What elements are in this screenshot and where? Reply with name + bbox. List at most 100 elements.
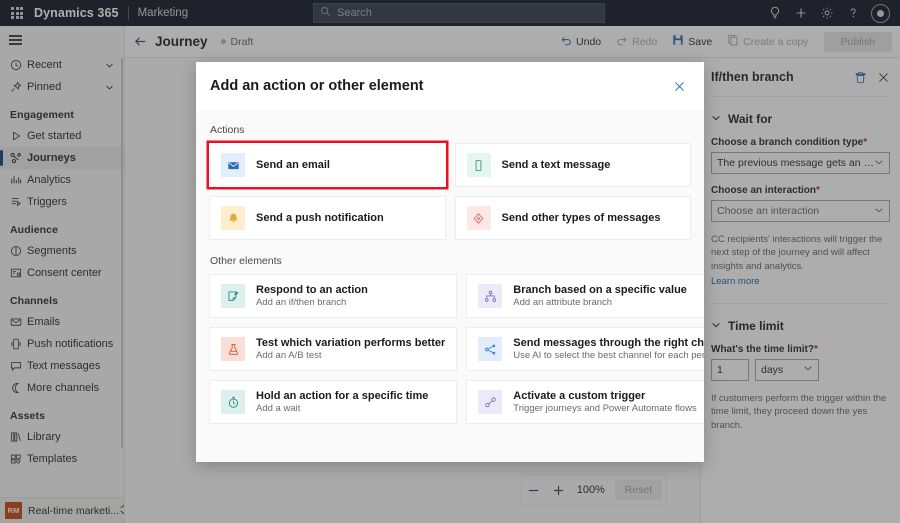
sidebar-item-segments[interactable]: Segments xyxy=(0,240,124,262)
sidebar-item-label: Emails xyxy=(27,316,61,328)
redo-button[interactable]: Redo xyxy=(610,31,663,52)
save-icon xyxy=(672,34,684,49)
sidebar-group-audience: Audience xyxy=(10,224,59,236)
up-down-chevron-icon xyxy=(119,502,124,520)
sidebar-item-label: Pinned xyxy=(27,81,62,93)
sidebar-item-analytics[interactable]: Analytics xyxy=(0,169,124,191)
sidebar-item-pinned[interactable]: Pinned xyxy=(0,76,124,98)
card-title: Respond to an action xyxy=(256,284,368,296)
help-icon[interactable] xyxy=(840,0,866,26)
card-title: Send a text message xyxy=(501,159,611,171)
trash-icon[interactable] xyxy=(854,71,867,84)
app-name-label[interactable]: Marketing xyxy=(129,7,189,19)
sidebar-item-get-started[interactable]: Get started xyxy=(0,125,124,147)
sidebar-item-consent-center[interactable]: Consent center xyxy=(0,262,124,284)
required-marker: * xyxy=(863,137,868,148)
zoom-reset-button[interactable]: Reset xyxy=(614,480,663,500)
chevron-down-icon xyxy=(105,61,114,73)
back-arrow-icon[interactable] xyxy=(125,34,155,49)
sidebar-scrollbar[interactable] xyxy=(120,58,123,448)
sidebar-item-label: Analytics xyxy=(27,174,72,186)
time-limit-unit-value: days xyxy=(761,363,784,376)
card-send-an-email[interactable]: Send an email xyxy=(209,143,446,187)
card-subtitle: Trigger journeys and Power Automate flow… xyxy=(513,403,697,414)
section-label-other-elements: Other elements xyxy=(210,255,282,267)
properties-panel: If/then branch Wait for Choose a branch … xyxy=(700,58,900,523)
play-icon xyxy=(10,130,27,142)
sidebar-item-text-messages[interactable]: Text messages xyxy=(0,355,124,377)
card-activate-a-custom-trigger[interactable]: Activate a custom trigger Trigger journe… xyxy=(466,380,704,424)
plus-icon[interactable] xyxy=(788,0,814,26)
interaction-select[interactable]: Choose an interaction xyxy=(711,200,890,222)
save-label: Save xyxy=(688,35,713,48)
card-send-messages-through-the-right-channel[interactable]: Send messages through the right channel … xyxy=(466,327,704,371)
sidebar-item-triggers[interactable]: Triggers xyxy=(0,191,124,213)
templates-icon xyxy=(10,453,27,465)
sidebar-item-label: Templates xyxy=(27,453,78,465)
time-limit-section-toggle[interactable]: Time limit xyxy=(701,304,900,344)
sidebar-item-label: Triggers xyxy=(27,196,67,208)
sidebar-group-assets: Assets xyxy=(10,410,46,422)
dialog-header: Add an action or other element xyxy=(196,62,704,110)
zoom-out-button[interactable] xyxy=(526,482,542,498)
sidebar-item-journeys[interactable]: Journeys xyxy=(0,147,124,169)
sidebar-item-label: Segments xyxy=(27,245,77,257)
interaction-help-text: CC recipients' interactions will trigger… xyxy=(711,234,883,272)
lightbulb-icon[interactable] xyxy=(762,0,788,26)
redo-label: Redo xyxy=(632,35,658,48)
sidebar-item-recent[interactable]: Recent xyxy=(0,54,124,76)
waffle-grid-icon[interactable] xyxy=(0,0,34,26)
wait-for-section-toggle[interactable]: Wait for xyxy=(701,97,900,137)
card-test-which-variation-performs-better[interactable]: Test which variation performs better Add… xyxy=(209,327,458,371)
chevron-down-icon xyxy=(874,157,884,170)
card-respond-to-an-action[interactable]: Respond to an action Add an if/then bran… xyxy=(209,274,458,318)
branch-condition-select[interactable]: The previous message gets an interacti..… xyxy=(711,152,890,174)
library-icon xyxy=(10,431,27,443)
learn-more-link[interactable]: Learn more xyxy=(711,276,760,287)
avatar[interactable] xyxy=(866,0,894,26)
publish-button[interactable]: Publish xyxy=(823,31,892,52)
sidebar-item-label: Journeys xyxy=(27,152,76,164)
card-send-a-text-message[interactable]: Send a text message xyxy=(454,143,691,187)
journey-toolbar: Undo Redo Save Create a copy Publish xyxy=(554,31,900,52)
card-title: Send an email xyxy=(256,159,330,171)
sidebar-item-emails[interactable]: Emails xyxy=(0,311,124,333)
close-icon[interactable] xyxy=(877,71,890,84)
journeys-icon xyxy=(10,152,27,164)
create-copy-button[interactable]: Create a copy xyxy=(721,31,814,52)
required-marker: * xyxy=(816,185,820,196)
sidebar-item-push-notifications[interactable]: Push notifications xyxy=(0,333,124,355)
sidebar-item-more-channels[interactable]: More channels xyxy=(0,377,124,399)
area-switcher[interactable]: RM Real-time marketi... xyxy=(0,497,124,523)
sidebar-item-library[interactable]: Library xyxy=(0,426,124,448)
save-button[interactable]: Save xyxy=(666,31,718,52)
analytics-icon xyxy=(10,174,27,186)
gear-icon[interactable] xyxy=(814,0,840,26)
zoom-in-button[interactable] xyxy=(551,482,567,498)
time-limit-amount-input[interactable]: 1 xyxy=(711,358,749,381)
redo-icon xyxy=(616,34,628,49)
undo-button[interactable]: Undo xyxy=(554,31,607,52)
chevron-down-icon xyxy=(711,317,721,335)
status-label: Draft xyxy=(230,35,254,48)
page-title: Journey xyxy=(155,34,208,49)
card-subtitle: Add an if/then branch xyxy=(256,297,347,308)
brand-label[interactable]: Dynamics 365 xyxy=(34,6,128,20)
app-topbar: Dynamics 365 Marketing Search xyxy=(0,0,900,26)
time-limit-unit-select[interactable]: days xyxy=(755,358,819,381)
branch-condition-field: Choose a branch condition type* The prev… xyxy=(701,137,900,185)
pin-icon xyxy=(10,81,27,93)
card-branch-based-on-a-specific-value[interactable]: Branch based on a specific value Add an … xyxy=(466,274,704,318)
sidebar-item-templates[interactable]: Templates xyxy=(0,448,124,470)
note-icon xyxy=(221,284,245,308)
card-title: Hold an action for a specific time xyxy=(256,390,429,402)
close-icon[interactable] xyxy=(669,76,690,97)
card-send-a-push-notification[interactable]: Send a push notification xyxy=(209,196,446,240)
card-hold-an-action-for-a-specific-time[interactable]: Hold an action for a specific time Add a… xyxy=(209,380,458,424)
sidebar: Recent Pinned Engagement Get started Jou… xyxy=(0,26,125,523)
card-send-other-types-of-messages[interactable]: Send other types of messages xyxy=(454,196,691,240)
dialog-title: Add an action or other element xyxy=(210,78,424,94)
zoom-percent: 100% xyxy=(576,484,605,496)
search-input[interactable]: Search xyxy=(313,3,605,23)
sitemap-toggle-button[interactable] xyxy=(0,26,124,54)
